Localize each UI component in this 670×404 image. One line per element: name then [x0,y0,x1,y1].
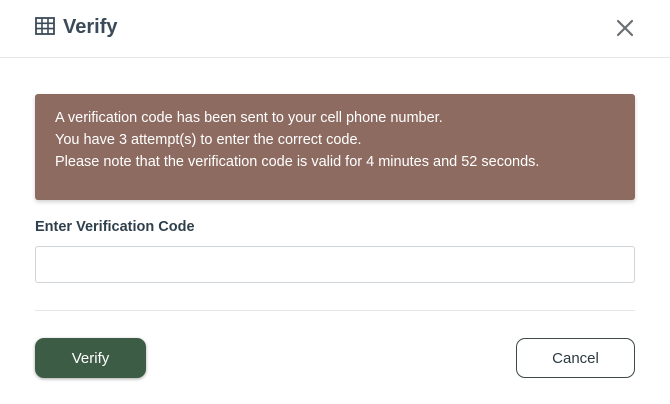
verify-dialog: Verify A verification code has been sent… [0,0,670,404]
verification-code-label: Enter Verification Code [35,219,195,235]
verification-alert: A verification code has been sent to you… [35,94,635,200]
close-button[interactable] [612,15,638,41]
close-icon [616,19,634,37]
verify-button[interactable]: Verify [35,338,146,378]
dialog-title: Verify [63,16,118,38]
dialog-header: Verify [0,0,670,58]
alert-message-attempts: You have 3 attempt(s) to enter the corre… [55,132,362,148]
table-icon [35,17,55,35]
verification-code-input[interactable] [35,246,635,283]
cancel-button[interactable]: Cancel [516,338,635,378]
alert-message-validity: Please note that the verification code i… [55,154,540,170]
footer-divider [35,310,635,311]
alert-message-sent: A verification code has been sent to you… [55,110,443,126]
